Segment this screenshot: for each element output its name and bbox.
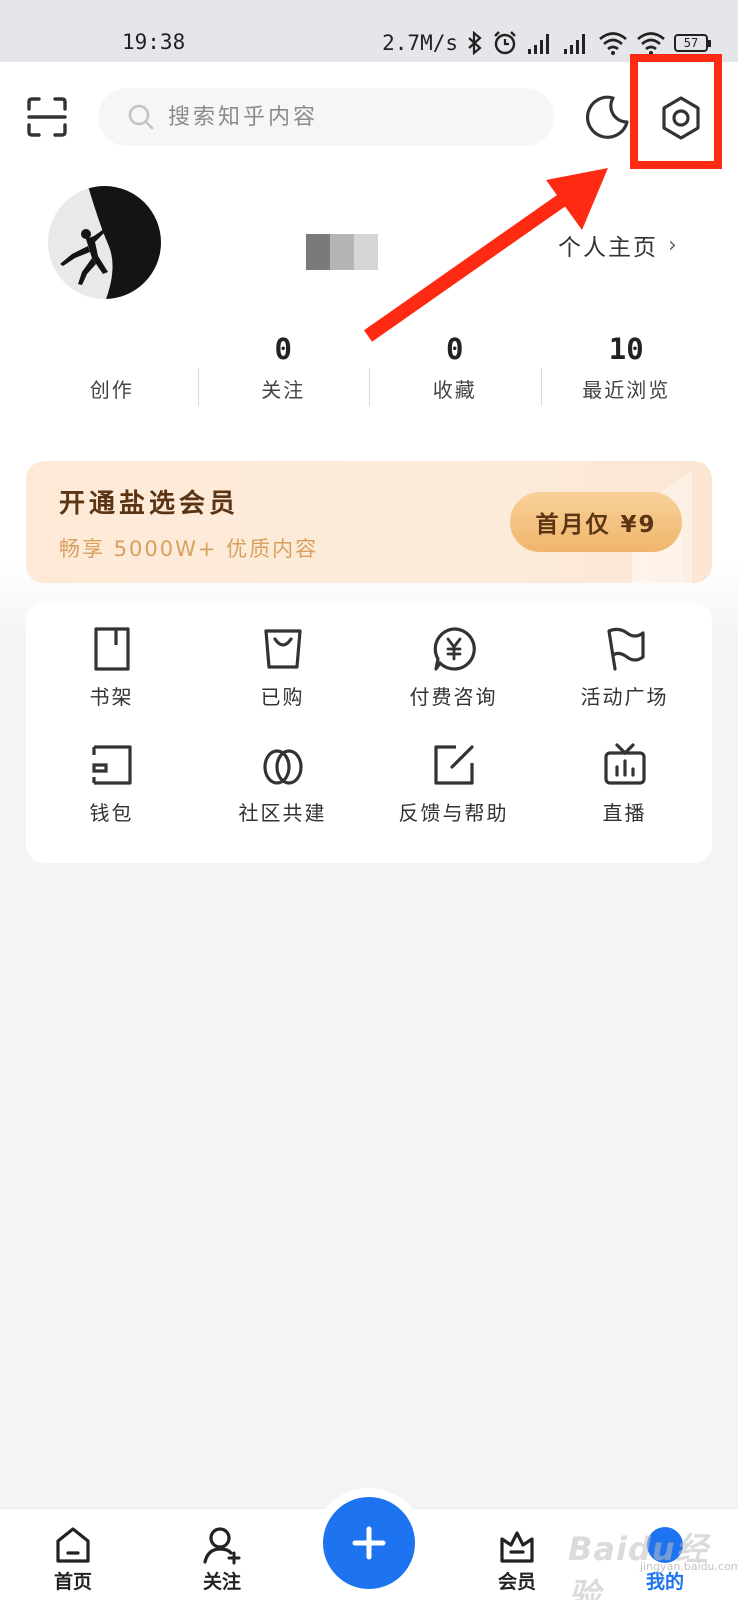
stat-recent[interactable]: 10 最近浏览	[540, 332, 713, 412]
wallet-icon	[91, 745, 132, 785]
status-time: 19:38	[122, 30, 186, 54]
stat-label: 收藏	[432, 378, 477, 402]
signal-icon	[528, 34, 549, 54]
service-wallet[interactable]: 钱包	[26, 741, 197, 826]
nav-home[interactable]: 首页	[33, 1525, 113, 1594]
nav-follow[interactable]: 关注	[182, 1525, 262, 1594]
service-bookshelf[interactable]: 书架	[26, 625, 197, 710]
service-live[interactable]: 直播	[539, 741, 710, 826]
wifi-icon	[599, 32, 627, 55]
nav-label: 首页	[53, 1571, 92, 1593]
bluetooth-icon	[468, 31, 482, 55]
service-label: 付费咨询	[409, 685, 498, 709]
service-feedback[interactable]: 反馈与帮助	[368, 741, 539, 826]
stat-value: 0	[274, 332, 292, 366]
wifi-icon	[637, 32, 665, 55]
night-mode-icon	[585, 95, 629, 139]
service-label: 钱包	[89, 801, 134, 825]
stat-create[interactable]: 创作	[26, 332, 198, 412]
scan-button[interactable]	[26, 96, 68, 138]
service-paid-consult[interactable]: 付费咨询	[368, 625, 539, 710]
service-activities[interactable]: 活动广场	[539, 625, 710, 710]
battery-icon: 57	[674, 34, 711, 52]
status-bar: 19:38 2.7M/s 57	[0, 0, 738, 62]
settings-button[interactable]	[655, 92, 707, 144]
edit-icon	[433, 745, 474, 785]
tv-icon	[603, 743, 646, 785]
service-label: 书架	[89, 685, 134, 709]
nav-label: 会员	[497, 1571, 536, 1593]
stat-value: 0	[446, 332, 464, 366]
services-grid: 书架 已购 付费咨询 活动广场 钱包 社区共建 反馈与帮助 直播	[26, 603, 712, 863]
stat-value: 10	[608, 332, 644, 366]
search-bar[interactable]	[98, 88, 554, 146]
watermark-url: jingyan.baidu.com	[640, 1560, 738, 1573]
service-label: 社区共建	[238, 801, 327, 825]
create-fab-button[interactable]	[323, 1497, 415, 1589]
status-icons: 2.7M/s 57	[382, 30, 711, 56]
service-label: 反馈与帮助	[398, 801, 509, 825]
vip-subscribe-button[interactable]: 首月仅 ¥9	[510, 492, 682, 552]
stat-value	[26, 332, 198, 368]
service-purchased[interactable]: 已购	[197, 625, 368, 710]
service-label: 已购	[260, 685, 305, 709]
avatar[interactable]	[48, 186, 161, 299]
stat-label: 关注	[261, 378, 306, 402]
stat-following[interactable]: 0 关注	[197, 332, 370, 412]
stat-favorites[interactable]: 0 收藏	[369, 332, 541, 412]
service-label: 直播	[602, 801, 647, 825]
profile-homepage-link[interactable]: 个人主页 ›	[558, 228, 679, 262]
vip-crown-icon	[500, 1531, 534, 1563]
bookshelf-icon	[93, 627, 130, 671]
alarm-icon	[494, 31, 516, 55]
network-speed: 2.7M/s	[382, 31, 458, 55]
vip-banner[interactable]: 开通盐选会员 畅享 5000W+ 优质内容 首月仅 ¥9	[26, 461, 712, 583]
signal-icon	[564, 34, 585, 54]
stat-label: 最近浏览	[582, 378, 671, 402]
climber-avatar-icon	[60, 186, 161, 299]
search-input[interactable]	[168, 104, 498, 130]
search-icon	[128, 104, 154, 130]
service-community[interactable]: 社区共建	[197, 741, 368, 826]
follow-icon	[203, 1527, 241, 1565]
profile-homepage-label: 个人主页	[558, 235, 658, 261]
nav-label: 关注	[202, 1571, 241, 1593]
chevron-right-icon: ›	[668, 232, 679, 258]
paid-consult-icon	[433, 627, 476, 671]
username-redacted	[306, 234, 378, 270]
stats-row: 创作 0 关注 0 收藏 10 最近浏览	[26, 332, 712, 412]
scan-icon	[27, 97, 67, 137]
nav-vip[interactable]: 会员	[477, 1525, 557, 1594]
vip-subtitle: 畅享 5000W+ 优质内容	[59, 537, 319, 561]
flag-icon	[606, 627, 645, 671]
service-label: 活动广场	[580, 685, 669, 709]
plus-icon	[352, 1526, 386, 1560]
leaf-icon	[262, 749, 303, 785]
home-icon	[56, 1527, 90, 1563]
night-mode-button[interactable]	[583, 93, 631, 141]
settings-icon	[662, 96, 700, 140]
shopping-bag-icon	[263, 629, 302, 669]
vip-title: 开通盐选会员	[59, 489, 240, 519]
stat-label: 创作	[89, 378, 134, 402]
